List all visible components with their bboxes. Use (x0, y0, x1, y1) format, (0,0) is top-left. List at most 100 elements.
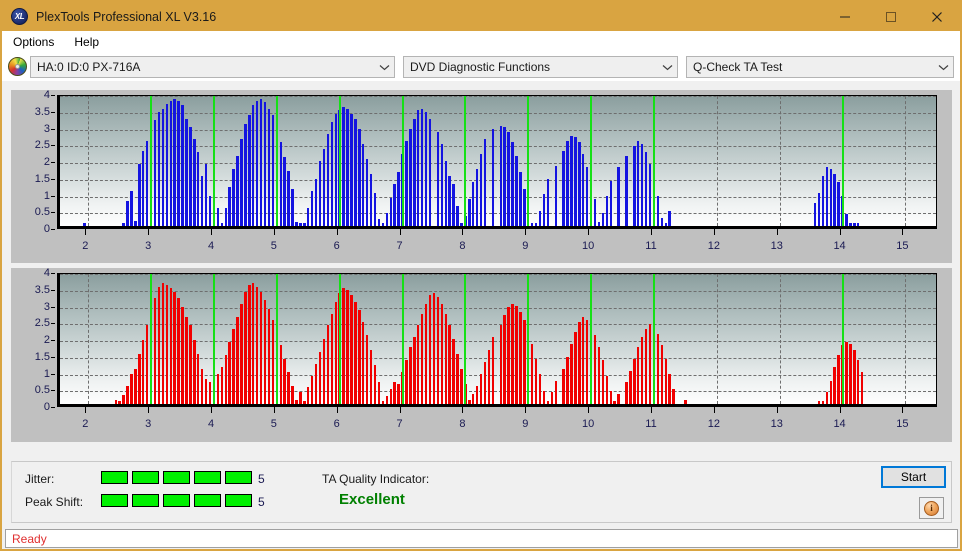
minimize-icon[interactable] (822, 2, 868, 31)
chart-bar (684, 399, 687, 404)
y-axis-tick-label: 2 (43, 334, 50, 346)
chart-bar (660, 345, 664, 404)
chart-bar (134, 368, 137, 404)
chart-bar (625, 382, 628, 404)
chart-bar (236, 316, 239, 404)
chart-bar (157, 112, 161, 226)
y-axis-tick (51, 111, 55, 113)
chart-bar (456, 353, 459, 404)
x-axis-tick (211, 407, 212, 413)
maximize-icon[interactable] (868, 2, 914, 31)
close-icon[interactable] (914, 2, 960, 31)
xl-logo-icon: XL (11, 8, 28, 25)
chart-bar (326, 133, 330, 226)
function-select-value: DVD Diagnostic Functions (410, 60, 551, 74)
chart-bar (318, 160, 322, 226)
chevron-down-icon (657, 57, 677, 77)
chart-bar (562, 150, 565, 226)
chart-bar (228, 342, 231, 404)
chart-marker-line (150, 96, 153, 226)
chart-bar (542, 390, 546, 404)
chart-bar (138, 353, 141, 404)
chart-bar (468, 199, 471, 226)
chart-bar (523, 189, 526, 226)
meter-segment (225, 494, 252, 507)
chart-bar (554, 380, 557, 404)
chart-bar (538, 373, 542, 404)
start-button[interactable]: Start (881, 466, 946, 488)
chart-bar (530, 343, 534, 404)
chart-marker-line (653, 274, 655, 404)
chart-bar (267, 308, 271, 404)
chart-bar (138, 164, 141, 226)
chart-bar (330, 313, 334, 404)
chart-bar (475, 385, 479, 404)
window-title: PlexTools Professional XL V3.16 (36, 9, 217, 24)
chart-bar (142, 340, 145, 404)
peakshift-bars (60, 274, 936, 404)
chart-bar (633, 358, 636, 404)
chart-bar (483, 138, 487, 226)
app-window: XL PlexTools Professional XL V3.16 Optio… (0, 0, 962, 551)
chart-bar (668, 210, 671, 226)
y-axis-tick (51, 128, 55, 130)
y-axis-tick-label: 0.5 (34, 384, 50, 397)
chart-bar (197, 152, 200, 226)
x-axis-tick-label: 2 (82, 240, 89, 252)
chart-bar (307, 207, 310, 226)
x-axis-tick (839, 229, 841, 235)
chart-marker-line (275, 96, 278, 226)
chart-bar (350, 113, 353, 226)
chart-bar (271, 115, 275, 226)
chart-bar (597, 221, 601, 226)
chart-bar (173, 291, 176, 404)
disc-icon (8, 57, 27, 76)
status-text: Ready (12, 531, 47, 546)
menu-item-options[interactable]: Options (4, 33, 63, 51)
chart-marker-line (590, 274, 593, 404)
chart-bar (515, 155, 518, 226)
chart-bar (487, 350, 491, 404)
x-axis-tick-label: 14 (833, 240, 846, 252)
chart-bar (310, 190, 314, 226)
chart-bar (833, 367, 836, 404)
chart-bar (578, 321, 581, 404)
chart-bar (542, 194, 546, 226)
chart-bar (511, 303, 514, 404)
chart-bar (189, 127, 192, 226)
chart-bar (475, 169, 479, 226)
chart-bar (161, 282, 165, 404)
chart-bar (220, 222, 224, 226)
chart-bar (385, 395, 389, 404)
chart-bar (570, 135, 573, 226)
chart-bar (248, 115, 251, 226)
x-axis-tick-label: 5 (270, 240, 277, 252)
chart-bar (122, 222, 125, 226)
x-axis-tick-label: 2 (82, 418, 89, 430)
y-axis-tick (51, 178, 55, 180)
menu-item-help[interactable]: Help (65, 33, 108, 51)
chart-bar (287, 170, 290, 226)
chart-bar (853, 350, 856, 404)
function-select[interactable]: DVD Diagnostic Functions (403, 56, 678, 78)
chart-bar (208, 195, 212, 226)
y-axis-tick-label: 1 (43, 367, 50, 380)
chart-bar (358, 128, 361, 226)
info-button[interactable]: i (919, 497, 944, 519)
drive-select[interactable]: HA:0 ID:0 PX-716A (30, 56, 395, 78)
chart-bar (369, 350, 373, 404)
chart-bar (609, 180, 612, 226)
x-axis-tick-label: 11 (645, 418, 657, 430)
chart-bar (664, 358, 667, 404)
chart-bar (440, 303, 444, 404)
y-axis-tick-label: 3.5 (34, 283, 50, 296)
chart-bar (617, 167, 620, 226)
chart-bar (252, 282, 255, 404)
chart-bar (817, 400, 821, 404)
test-select[interactable]: Q-Check TA Test (686, 56, 954, 78)
x-axis-tick (651, 407, 652, 413)
chart-bar (853, 223, 856, 226)
y-axis-tick (51, 340, 55, 341)
x-axis-tick (651, 229, 652, 235)
chart-bar (346, 290, 349, 404)
